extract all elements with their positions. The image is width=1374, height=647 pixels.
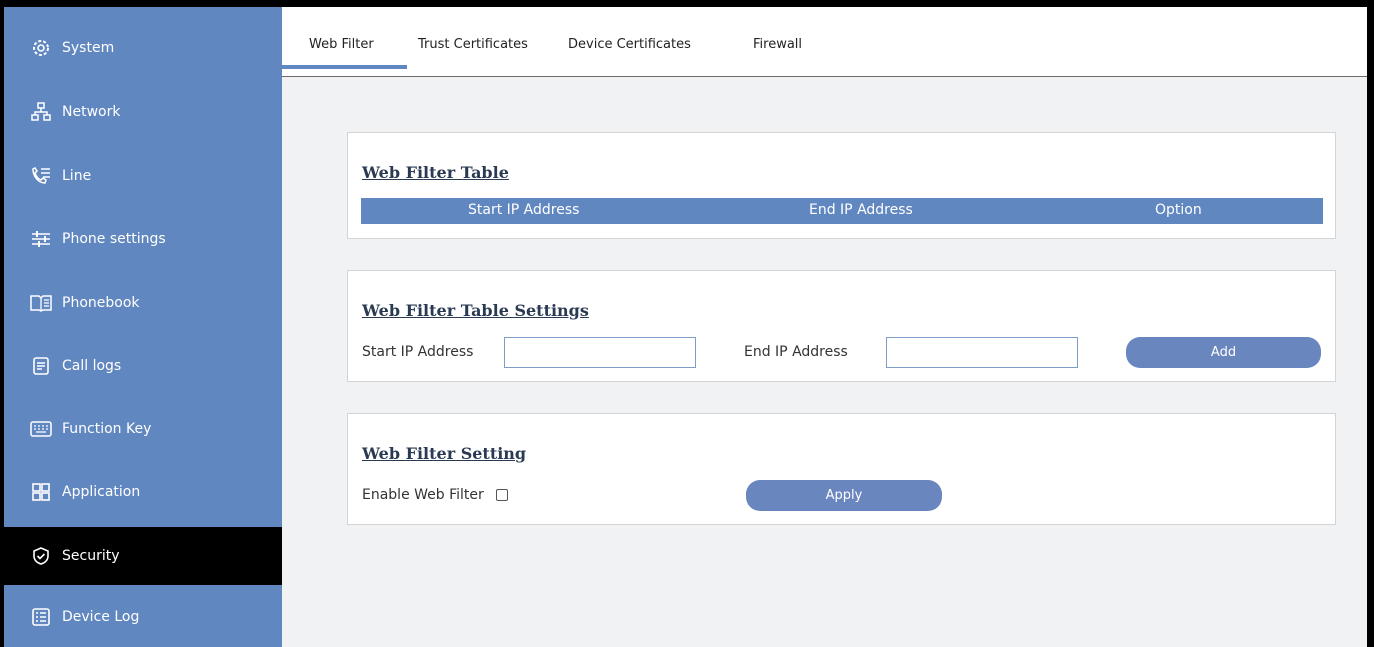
enable-web-filter-label: Enable Web Filter bbox=[362, 487, 484, 503]
add-button[interactable]: Add bbox=[1126, 337, 1321, 368]
web-filter-table-title: Web Filter Table bbox=[362, 163, 509, 182]
active-tab-indicator bbox=[282, 65, 407, 69]
web-filter-table-settings-title: Web Filter Table Settings bbox=[362, 301, 589, 320]
shield-icon bbox=[28, 545, 54, 567]
sidebar-item-label: Security bbox=[62, 548, 120, 564]
sidebar-item-label: Function Key bbox=[62, 421, 152, 437]
list-icon bbox=[28, 606, 54, 628]
sidebar-item-label: Line bbox=[62, 168, 92, 184]
end-ip-input[interactable] bbox=[886, 337, 1078, 368]
sidebar-item-label: Device Log bbox=[62, 609, 140, 625]
window-border bbox=[1367, 0, 1374, 647]
tab-firewall[interactable]: Firewall bbox=[753, 37, 802, 52]
start-ip-label: Start IP Address bbox=[362, 344, 474, 360]
sidebar-item-label: Call logs bbox=[62, 358, 122, 374]
web-filter-table-header: Start IP Address End IP Address Option bbox=[361, 198, 1323, 224]
sidebar-item-phone-settings[interactable]: Phone settings bbox=[4, 210, 282, 268]
sidebar-item-network[interactable]: Network bbox=[4, 83, 282, 141]
column-header-option: Option bbox=[1155, 202, 1202, 218]
column-header-end-ip: End IP Address bbox=[809, 202, 913, 218]
web-filter-table-settings-panel: Web Filter Table Settings Start IP Addre… bbox=[347, 270, 1336, 382]
main-content: Web Filter Trust Certificates Device Cer… bbox=[282, 7, 1367, 647]
sidebar-item-phonebook[interactable]: Phonebook bbox=[4, 274, 282, 332]
enable-web-filter-checkbox[interactable] bbox=[496, 489, 508, 501]
tab-device-certificates[interactable]: Device Certificates bbox=[568, 37, 691, 52]
document-icon bbox=[28, 355, 54, 377]
sidebar-item-label: Application bbox=[62, 484, 141, 500]
sidebar-item-device-log[interactable]: Device Log bbox=[4, 588, 282, 646]
keyboard-icon bbox=[28, 418, 54, 440]
sidebar-item-security[interactable]: Security bbox=[4, 527, 282, 585]
sidebar-item-call-logs[interactable]: Call logs bbox=[4, 337, 282, 395]
sidebar-item-application[interactable]: Application bbox=[4, 463, 282, 521]
app-frame: System Network Line Phone settings Phone… bbox=[4, 7, 1367, 647]
sidebar-item-label: System bbox=[62, 40, 115, 56]
column-header-start-ip: Start IP Address bbox=[468, 202, 580, 218]
sidebar-item-system[interactable]: System bbox=[4, 19, 282, 77]
grid-icon bbox=[28, 481, 54, 503]
end-ip-label: End IP Address bbox=[744, 344, 848, 360]
sidebar-item-label: Network bbox=[62, 104, 121, 120]
sidebar-item-line[interactable]: Line bbox=[4, 147, 282, 205]
tab-trust-certificates[interactable]: Trust Certificates bbox=[418, 37, 528, 52]
web-filter-setting-title: Web Filter Setting bbox=[362, 444, 527, 463]
network-icon bbox=[28, 101, 54, 123]
web-filter-setting-panel: Web Filter Setting Enable Web Filter App… bbox=[347, 413, 1336, 525]
start-ip-input[interactable] bbox=[504, 337, 696, 368]
sidebar: System Network Line Phone settings Phone… bbox=[4, 7, 282, 647]
gear-icon bbox=[28, 37, 54, 59]
tab-web-filter[interactable]: Web Filter bbox=[309, 37, 374, 52]
sliders-icon bbox=[28, 228, 54, 250]
book-icon bbox=[28, 292, 54, 314]
sidebar-item-label: Phone settings bbox=[62, 231, 166, 247]
apply-button[interactable]: Apply bbox=[746, 480, 942, 511]
sidebar-item-label: Phonebook bbox=[62, 295, 140, 311]
sidebar-item-function-key[interactable]: Function Key bbox=[4, 400, 282, 458]
phone-line-icon bbox=[28, 165, 54, 187]
web-filter-table-panel: Web Filter Table Start IP Address End IP… bbox=[347, 132, 1336, 239]
tab-bar: Web Filter Trust Certificates Device Cer… bbox=[282, 7, 1367, 77]
